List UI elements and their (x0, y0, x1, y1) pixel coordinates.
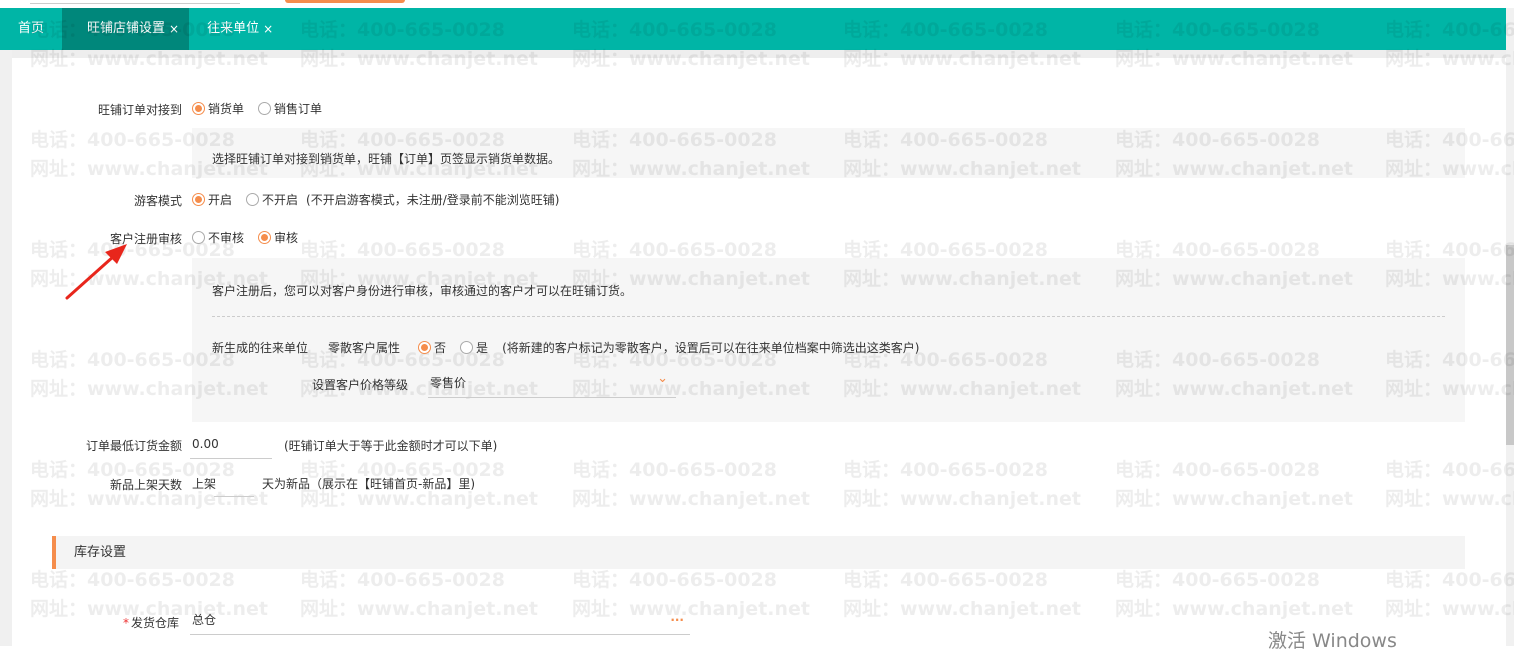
required-mark: * (123, 615, 129, 630)
price-level-select[interactable]: 零售价 ⌄ (428, 371, 676, 398)
min-amount-input[interactable]: 0.00 (190, 432, 272, 459)
radio-unchecked-icon (258, 102, 272, 115)
close-icon[interactable]: × (263, 8, 273, 50)
min-amount-label: 订单最低订货金额 (85, 439, 182, 453)
chevron-down-icon: ⌄ (657, 371, 668, 386)
new-days-input[interactable] (214, 470, 254, 497)
watermark: 电话：400-665-0028 网址：www.chanjet.net (1385, 456, 1514, 514)
warehouse-value: 总仓 (192, 613, 217, 627)
tab-partners[interactable]: 往来单位 × (189, 8, 291, 50)
option-label: 审核 (274, 231, 299, 245)
watermark-site: 网址：www.chanjet.net (1115, 598, 1353, 620)
watermark-site: 网址：www.chanjet.net (572, 488, 810, 510)
watermark: 电话：400-665-0028 网址：www.chanjet.net (1115, 456, 1353, 514)
watermark-phone: 电话：400-665-0028 (300, 569, 505, 591)
watermark: 电话：400-665-0028 网址：www.chanjet.net (1385, 566, 1514, 624)
watermark-phone: 电话：400-665-0028 (572, 459, 777, 481)
option-label: 否 (434, 341, 447, 355)
watermark-phone: 电话：400-665-0028 (1115, 459, 1320, 481)
watermark-phone: 电话：400-665-0028 (1115, 569, 1320, 591)
scrollbar-thumb[interactable] (1506, 245, 1514, 445)
new-days-suffix: 天为新品（展示在【旺铺首页-新品】里) (262, 477, 476, 491)
option-label: 销售订单 (274, 102, 323, 116)
option-label: 销货单 (208, 102, 245, 116)
radio-checked-icon (258, 231, 272, 244)
section-title: 库存设置 (74, 545, 127, 560)
watermark-site: 网址：www.chanjet.net (1385, 488, 1514, 510)
min-amount-value: 0.00 (192, 437, 219, 451)
new-days-prefix: 上架 (192, 477, 217, 491)
register-audit-hint: 客户注册后，您可以对客户身份进行审核，审核通过的客户才可以在旺铺订货。 (212, 284, 633, 298)
watermark-phone: 电话：400-665-0028 (572, 569, 777, 591)
option-label: 不审核 (208, 231, 245, 245)
option-label: 是 (476, 341, 489, 355)
new-partner-label: 新生成的往来单位 (212, 341, 309, 355)
watermark-site: 网址：www.chanjet.net (1115, 488, 1353, 510)
watermark: 电话：400-665-0028 网址：www.chanjet.net (843, 456, 1081, 514)
radio-unchecked-icon (460, 341, 474, 354)
divider (212, 316, 1445, 317)
stock-section-header: 库存设置 (52, 536, 1465, 569)
red-arrow-annotation (65, 244, 127, 300)
watermark-phone: 电话：400-665-0028 (30, 569, 235, 591)
radio-audit[interactable]: 审核 (258, 229, 298, 246)
new-days-label: 新品上架天数 (109, 478, 182, 492)
tab-label: 往来单位 (207, 21, 260, 36)
radio-guest-off[interactable]: 不开启 (246, 191, 298, 208)
radio-sales-order[interactable]: 销售订单 (258, 100, 322, 117)
radio-unchecked-icon (246, 193, 260, 206)
more-icon[interactable]: ··· (670, 610, 684, 630)
warehouse-input[interactable]: 总仓 ··· (190, 610, 690, 635)
tab-bar: 首页 旺铺店铺设置 × 往来单位 × (0, 8, 1506, 50)
price-level-label: 设置客户价格等级 (312, 378, 409, 392)
min-amount-note: (旺铺订单大于等于此金额时才可以下单) (284, 439, 498, 453)
watermark-phone: 电话：400-665-0028 (1385, 569, 1514, 591)
watermark-site: 网址：www.chanjet.net (843, 598, 1081, 620)
order-link-hint: 选择旺铺订单对接到销货单，旺铺【订单】页签显示销货单数据。 (212, 152, 561, 166)
option-label: 不开启 (262, 193, 299, 207)
top-button[interactable] (285, 0, 405, 3)
watermark: 电话：400-665-0028 网址：www.chanjet.net (1115, 566, 1353, 624)
watermark-phone: 电话：400-665-0028 (843, 569, 1048, 591)
tab-shadow (0, 50, 1506, 58)
retail-note: (将新建的客户标记为零散客户，设置后可以在往来单位档案中筛选出这类客户) (502, 341, 920, 355)
watermark-phone: 电话：400-665-0028 (843, 459, 1048, 481)
watermark-phone: 电话：400-665-0028 (1385, 459, 1514, 481)
watermark-site: 网址：www.chanjet.net (843, 488, 1081, 510)
warehouse-label: 发货仓库 (131, 616, 180, 630)
option-label: 开启 (208, 193, 233, 207)
watermark-site: 网址：www.chanjet.net (1385, 598, 1514, 620)
retail-attr-label: 零散客户属性 (328, 341, 401, 355)
radio-retail-no[interactable]: 否 (418, 339, 446, 356)
radio-retail-yes[interactable]: 是 (460, 339, 488, 356)
radio-checked-icon (418, 341, 432, 354)
price-level-value: 零售价 (430, 376, 467, 390)
guest-mode-note: (不开启游客模式，未注册/登录前不能浏览旺铺) (306, 193, 560, 207)
watermark: 电话：400-665-0028 网址：www.chanjet.net (572, 456, 810, 514)
windows-activation-notice: 激活 Windows (1268, 630, 1397, 652)
watermark: 电话：400-665-0028 网址：www.chanjet.net (843, 566, 1081, 624)
